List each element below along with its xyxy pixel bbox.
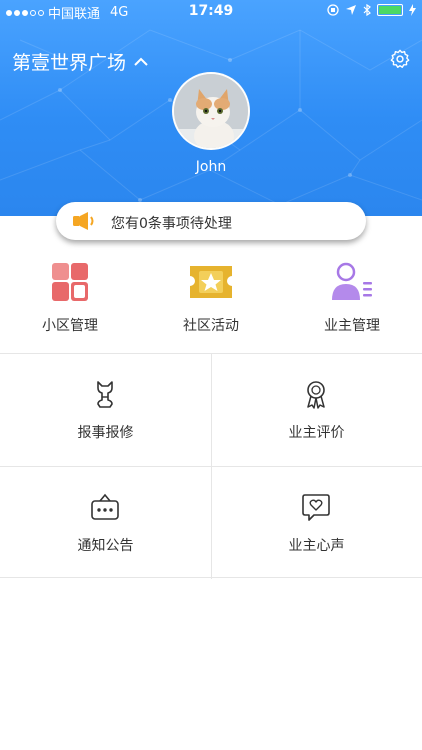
quick-action-label: 业主管理 [324,318,380,334]
service-label: 报事报修 [77,425,134,441]
service-notice-board[interactable]: 通知公告 [0,467,211,579]
bluetooth-icon [363,4,371,16]
user-list-icon [332,262,372,300]
award-badge-icon [307,381,325,409]
grid-blocks-icon [52,263,88,301]
wrench-icon [97,381,113,408]
service-repair-report[interactable]: 报事报修 [0,354,211,466]
charging-bolt-icon [409,4,416,16]
quick-action-label: 社区活动 [183,318,239,334]
heart-message-icon [302,494,330,521]
chevron-up-icon [134,57,148,66]
quick-action-community-events[interactable]: 社区活动 [141,262,281,335]
community-selector[interactable]: 第壹世界广场 [12,48,148,75]
service-label: 业主评价 [288,425,345,441]
quick-action-community-management[interactable]: 小区管理 [0,262,140,335]
gear-icon[interactable] [389,48,411,70]
service-label: 业主心声 [288,538,345,554]
quick-actions: 小区管理 社区活动 业主管理 [0,262,422,335]
quick-action-owner-management[interactable]: 业主管理 [282,262,422,335]
star-ticket-icon [190,266,232,298]
username: John [195,159,227,175]
battery-icon [377,4,403,16]
quick-action-label: 小区管理 [42,318,98,334]
service-grid: 报事报修 业主评价 通知公告 业主心声 [0,353,422,579]
location-arrow-icon [346,5,356,15]
service-label: 通知公告 [77,538,134,554]
service-owner-review[interactable]: 业主评价 [211,354,422,466]
avatar[interactable] [172,72,250,150]
community-name: 第壹世界广场 [12,52,127,74]
pending-tasks-notice[interactable]: 您有0条事项待处理 [56,202,366,240]
orientation-lock-icon [327,4,339,16]
notice-text: 您有0条事项待处理 [111,216,232,232]
status-bar: 中国联通 4G 17:49 [0,0,422,22]
service-owner-voice[interactable]: 业主心声 [211,467,422,579]
header-banner: 中国联通 4G 17:49 第壹世界广场 John [0,0,422,216]
notice-board-icon [91,493,119,520]
speaker-icon [73,212,94,230]
